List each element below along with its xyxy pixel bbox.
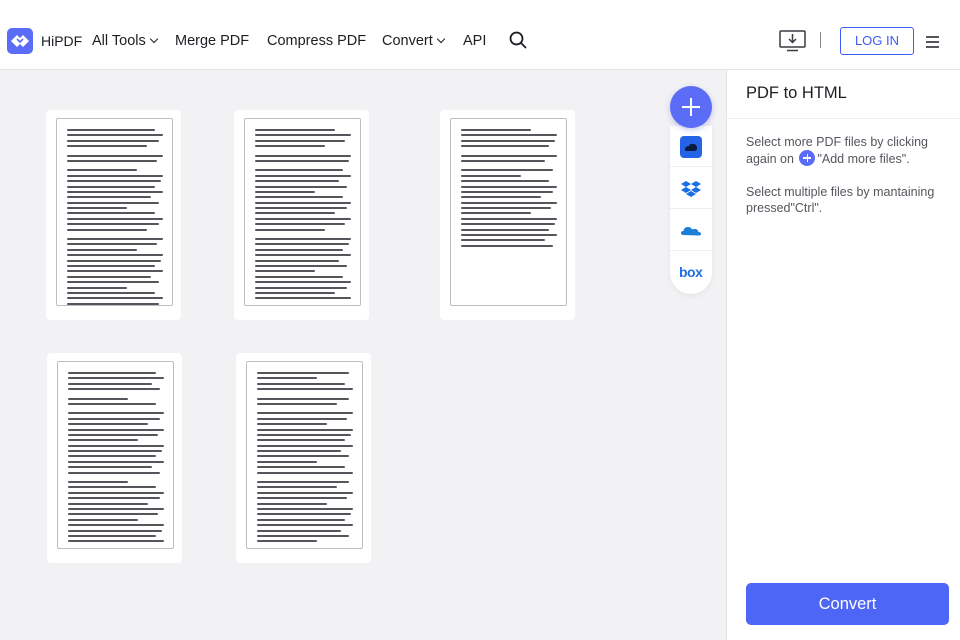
dropbox-icon [681,181,701,197]
page-preview [57,361,174,549]
dropbox-button[interactable] [670,168,712,209]
hint-multiple-files: Select multiple files by mantaining pres… [746,185,935,215]
box-icon: box [679,264,703,280]
chevron-down-icon [149,34,158,44]
panel-title: PDF to HTML [746,84,847,102]
convert-button[interactable]: Convert [746,583,949,625]
pdf-page-thumbnail[interactable] [234,110,369,320]
hint-add-files-label: "Add more files". [817,152,910,166]
nav-convert-label: Convert [382,33,433,49]
plus-icon [799,150,816,166]
chevron-down-icon [436,34,446,44]
onedrive-icon [681,227,701,236]
page-preview [56,118,173,306]
header-divider [820,32,821,48]
nav-convert[interactable]: Convert [382,33,446,49]
hipdf-logo-icon[interactable] [7,28,33,54]
hamburger-menu-icon[interactable] [926,36,939,51]
pdf-page-thumbnail[interactable] [236,353,371,563]
pdf-page-thumbnail[interactable] [46,110,181,320]
desktop-download-icon[interactable] [779,30,806,57]
add-more-files-button[interactable] [670,86,712,128]
login-button[interactable]: LOG IN [840,27,914,55]
nav-api[interactable]: API [463,33,486,49]
hipdf-cloud-button[interactable] [670,126,712,167]
options-panel: PDF to HTML Select more PDF files by cli… [726,70,960,640]
page-preview [244,118,361,306]
pdf-page-thumbnail[interactable] [440,110,575,320]
hipdf-cloud-icon [680,136,702,158]
page-preview [246,361,363,549]
onedrive-button[interactable] [670,210,712,251]
page-preview [450,118,567,306]
pdf-page-thumbnail[interactable] [47,353,182,563]
nav-merge-pdf[interactable]: Merge PDF [175,33,249,49]
nav-all-tools[interactable]: All Tools [92,33,158,49]
top-header: HiPDF All Tools Merge PDF Compress PDF C… [0,0,960,70]
nav-all-tools-label: All Tools [92,33,146,49]
nav-compress-pdf[interactable]: Compress PDF [267,33,366,49]
hint-add-files: Select more PDF files by clicking again … [746,134,946,167]
brand-name[interactable]: HiPDF [41,33,82,49]
box-button[interactable]: box [670,252,712,293]
panel-divider [727,118,960,119]
cloud-source-bar: box [670,126,712,294]
search-icon[interactable] [509,31,527,54]
